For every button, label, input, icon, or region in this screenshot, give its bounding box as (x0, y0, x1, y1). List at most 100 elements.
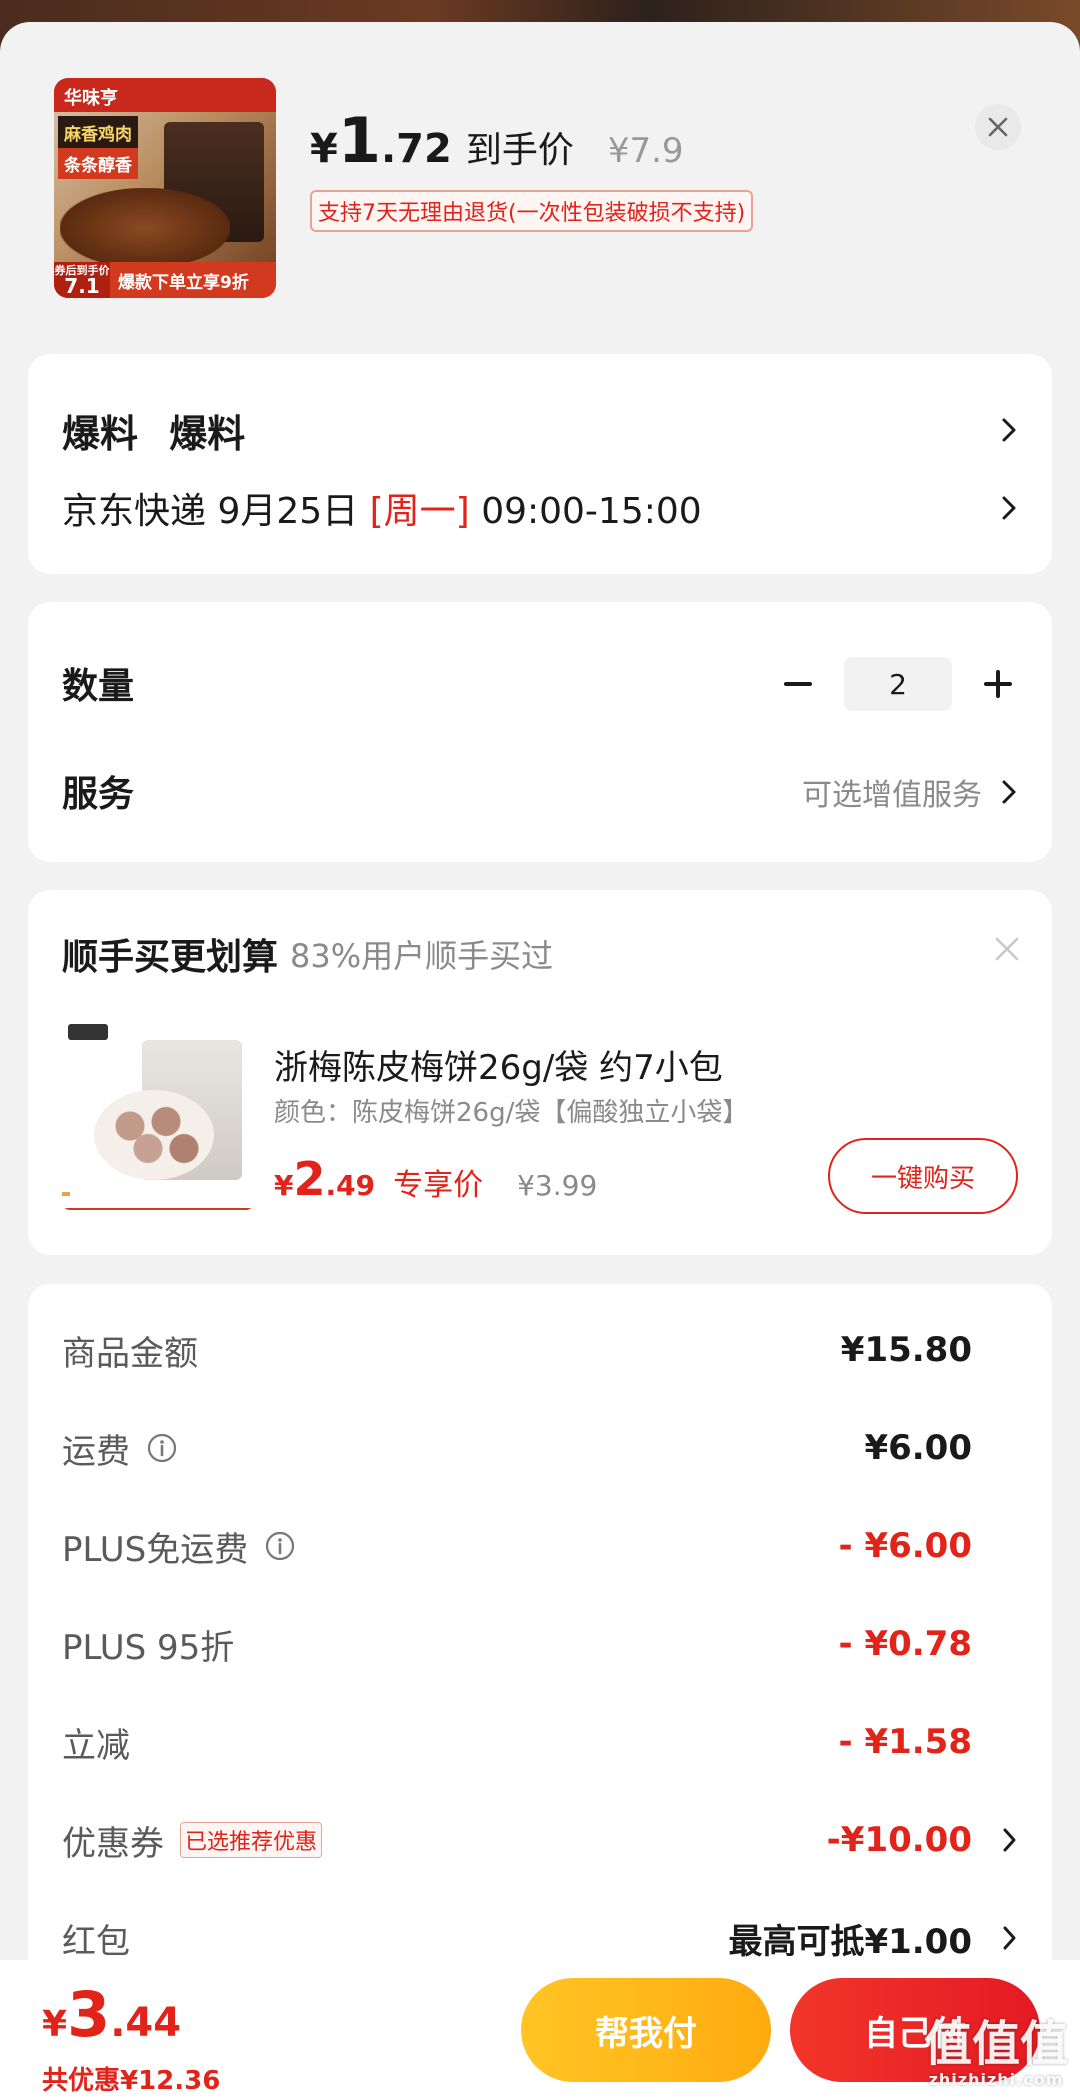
watermark-url: zhizhizhi.com (928, 2070, 1064, 2089)
price-integer: 1 (337, 104, 381, 177)
fee-value: - ¥1.58 (838, 1722, 973, 1762)
fee-label: 优惠券 已选推荐优惠 (62, 1816, 323, 1865)
fee-value: ¥15.80 (840, 1330, 972, 1370)
site-watermark: 值值值 zhizhizhi.com (924, 2020, 1068, 2088)
fee-label-text: PLUS免运费 (62, 1529, 249, 1570)
dismiss-upsell-icon[interactable] (992, 934, 1022, 964)
upsell-subtitle: 83%用户顺手买过 (290, 937, 554, 975)
fee-label: 红包 (62, 1914, 130, 1963)
product-logo (68, 1024, 108, 1040)
product-brand: 华味亨 (54, 78, 276, 112)
help-me-pay-button[interactable]: 帮我付 (521, 1978, 771, 2082)
upsell-header: 顺手买更划算 83%用户顺手买过 (62, 926, 1018, 982)
fee-row: PLUS 95折 - ¥0.78 (62, 1614, 1018, 1674)
price-decimal: .72 (380, 126, 452, 172)
fee-value: 最高可抵¥1.00 (728, 1921, 972, 1962)
address-card[interactable]: 爆料 爆料 京东快递 9月25日 [周一] 09:00-15:00 (28, 354, 1052, 574)
deal-text: 爆款下单立享9折 (118, 272, 249, 293)
fee-row: 运费 ¥6.00 (62, 1418, 1018, 1478)
fee-row: PLUS免运费 - ¥6.00 (62, 1516, 1018, 1576)
options-card: 数量 2 服务 可选增值服务 (28, 602, 1052, 862)
fee-label: 商品金额 (62, 1326, 198, 1375)
upsell-product-image[interactable] (62, 1020, 254, 1210)
product-plum-cakes-graphic (94, 1090, 214, 1180)
chevron-right-icon (1003, 1828, 1016, 1852)
product-tag-graphic (62, 1192, 70, 1196)
badge-price: 7.1 (64, 273, 100, 298)
fees-card: 商品金额 ¥15.80 运费 ¥6.00 PLUS免运费 - ¥6.00 PLUS 95折 -… (28, 1284, 1052, 2004)
delivery-chevron (1000, 494, 1018, 522)
checkout-sheet: 华味亨 麻香鸡肉 条条醇香 券后到手价 7.1 爆款下单立享9折 ¥ 1 .72… (0, 22, 1080, 2099)
close-button[interactable] (975, 104, 1021, 150)
info-icon[interactable] (146, 1432, 178, 1464)
watermark-main: 值值值 (923, 2016, 1068, 2072)
delivery-time: 09:00-15:00 (481, 491, 702, 532)
upsell-product-name[interactable]: 浙梅陈皮梅饼26g/袋 约7小包 (274, 1040, 723, 1089)
quantity-stepper[interactable]: 2 (778, 657, 1018, 711)
coupon-selected-tag: 已选推荐优惠 (180, 1822, 323, 1858)
fee-label-text: 立减 (62, 1725, 130, 1766)
product-promo-line1: 麻香鸡肉 (58, 116, 138, 149)
fee-row[interactable]: 优惠券 已选推荐优惠 -¥10.00 (62, 1810, 1018, 1870)
chevron-right-icon (1003, 1926, 1016, 1950)
fee-label: PLUS免运费 (62, 1522, 296, 1571)
fee-label-text: 运费 (62, 1431, 130, 1472)
fee-label: 立减 (62, 1718, 130, 1767)
address-chevron (1000, 416, 1018, 444)
fee-label-text: 红包 (62, 1921, 130, 1962)
chevron-right-icon (1002, 780, 1016, 804)
fee-label-text: PLUS 95折 (62, 1627, 235, 1668)
checkout-bar: ¥ 3 .44 共优惠¥12.36 帮我付 自己付 (0, 1960, 1080, 2099)
product-deal-strip: 券后到手价 7.1 爆款下单立享9折 (54, 262, 276, 298)
quantity-label: 数量 (62, 666, 135, 707)
final-price: ¥ 1 .72 到手价 ¥7.9 (310, 110, 684, 173)
upsell-price-label: 专享价 (393, 1168, 484, 1203)
upsell-price: ¥ 2 .49 专享价 ¥3.99 (274, 1152, 597, 1206)
plus-icon (984, 670, 1012, 698)
quantity-input[interactable]: 2 (844, 657, 952, 711)
product-thumbnail[interactable]: 华味亨 麻香鸡肉 条条醇香 券后到手价 7.1 爆款下单立享9折 (54, 78, 276, 298)
chevron-right-icon (1002, 418, 1016, 442)
total-price: ¥ 3 .44 (42, 1978, 181, 2051)
upsell-price-integer: 2 (293, 1152, 326, 1206)
recipient-name: 爆料 爆料 (62, 411, 246, 456)
service-label: 服务 (62, 774, 135, 815)
product-banner-graphic (62, 1208, 254, 1210)
return-policy-tag: 支持7天无理由退货(一次性包装破损不支持) (310, 190, 754, 232)
upsell-price-decimal: .49 (325, 1169, 376, 1202)
upsell-title: 顺手买更划算 (62, 937, 279, 978)
one-click-buy-button[interactable]: 一键购买 (828, 1138, 1018, 1214)
fee-value: -¥10.00 (826, 1820, 972, 1860)
fee-value: - ¥6.00 (838, 1526, 973, 1566)
delivery-carrier: 京东快递 (62, 491, 207, 532)
fee-label-text: 商品金额 (62, 1333, 198, 1374)
fee-value: - ¥0.78 (838, 1624, 973, 1664)
product-promo-line2: 条条醇香 (58, 148, 138, 179)
delivery-weekday: [周一] (369, 491, 470, 532)
increase-button[interactable] (978, 664, 1018, 704)
chevron-right-icon (1002, 496, 1016, 520)
upsell-price-currency: ¥ (274, 1169, 294, 1202)
total-integer: 3 (67, 1978, 111, 2051)
price-currency: ¥ (310, 126, 338, 172)
upsell-original-price: ¥3.99 (517, 1169, 598, 1202)
total-currency: ¥ (42, 2004, 68, 2045)
info-icon[interactable] (264, 1530, 296, 1562)
close-icon (988, 117, 1008, 137)
service-value[interactable]: 可选增值服务 (802, 770, 982, 814)
fee-label-text: 优惠券 (62, 1823, 164, 1864)
upsell-product-spec: 颜色：陈皮梅饼26g/袋【偏酸独立小袋】 (274, 1098, 749, 1128)
total-savings: 共优惠¥12.36 (42, 2066, 221, 2096)
total-decimal: .44 (110, 2000, 182, 2046)
price-label: 到手价 (465, 130, 574, 171)
service-chevron (1000, 778, 1018, 806)
original-price: ¥7.9 (607, 131, 684, 171)
decrease-button[interactable] (778, 664, 818, 704)
fee-row[interactable]: 红包 最高可抵¥1.00 (62, 1908, 1018, 1968)
product-food-graphic (60, 188, 230, 268)
fee-label: PLUS 95折 (62, 1620, 234, 1669)
fee-label: 运费 (62, 1424, 178, 1473)
fee-row: 立减 - ¥1.58 (62, 1712, 1018, 1772)
address-row[interactable]: 爆料 爆料 (62, 402, 1018, 458)
delivery-row[interactable]: 京东快递 9月25日 [周一] 09:00-15:00 (62, 480, 1018, 536)
